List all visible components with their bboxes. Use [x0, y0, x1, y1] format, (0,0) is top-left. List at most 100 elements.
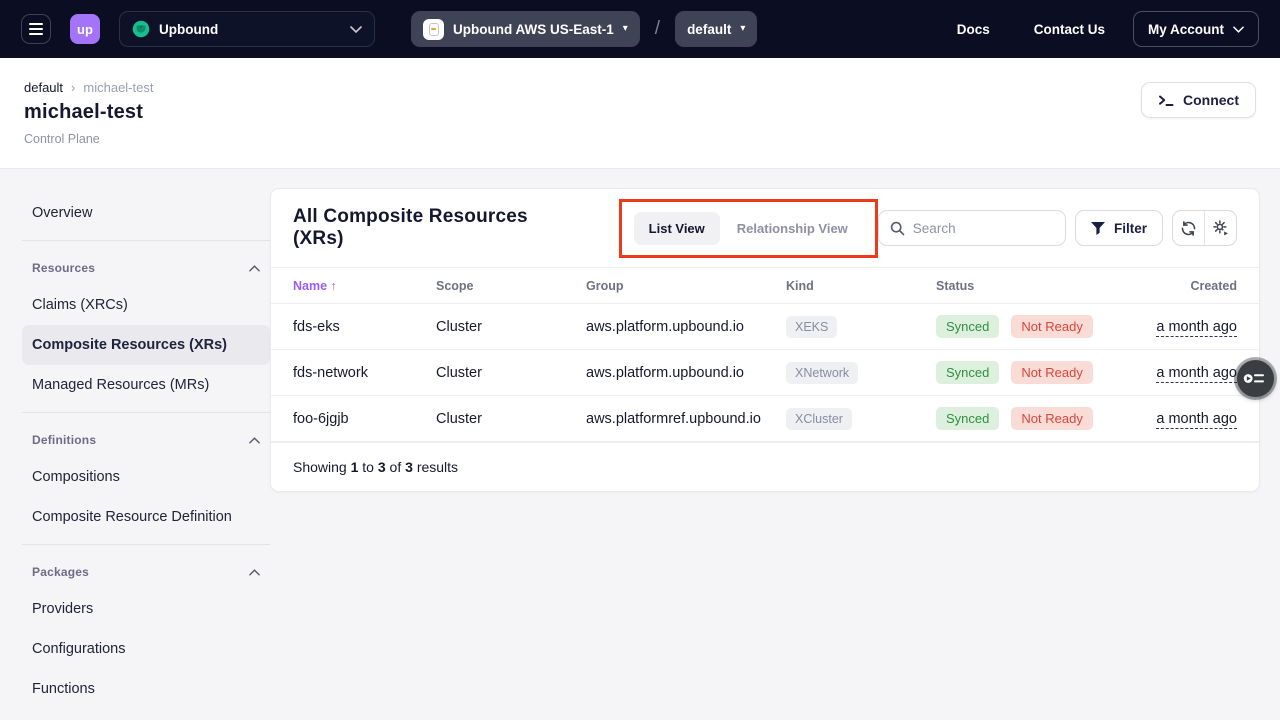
cell-group: aws.platform.upbound.io — [586, 319, 786, 335]
cell-scope: Cluster — [436, 365, 586, 381]
column-header-status[interactable]: Status — [936, 279, 1141, 293]
connect-button[interactable]: Connect — [1141, 82, 1256, 118]
results-summary: Showing 1 to 3 of 3 results — [271, 442, 1259, 491]
sidebar-item-providers[interactable]: Providers — [22, 589, 270, 629]
chevron-up-icon — [249, 265, 260, 272]
divider — [22, 240, 270, 241]
table-actions — [1172, 210, 1237, 246]
kind-badge: XNetwork — [786, 362, 858, 384]
column-header-group[interactable]: Group — [586, 279, 786, 293]
sidebar-item-functions[interactable]: Functions — [22, 669, 270, 709]
breadcrumb-current: michael-test — [83, 80, 153, 95]
sidebar-item-managed-resources[interactable]: Managed Resources (MRs) — [22, 365, 270, 405]
caret-down-icon: ▾ — [623, 24, 628, 34]
sidebar-section-definitions[interactable]: Definitions — [22, 420, 270, 457]
chevron-right-icon: › — [71, 80, 75, 95]
refresh-icon — [1180, 220, 1197, 237]
sidebar: Overview Resources Claims (XRCs) Composi… — [0, 169, 270, 709]
group-selector-label: default — [687, 22, 731, 37]
breadcrumb-parent[interactable]: default — [24, 80, 63, 95]
group-selector-dropdown[interactable]: default ▾ — [675, 11, 757, 47]
page-subtitle: Control Plane — [24, 132, 1256, 146]
created-time[interactable]: a month ago — [1156, 411, 1237, 429]
space-icon — [423, 19, 444, 40]
refresh-button[interactable] — [1173, 211, 1204, 245]
sidebar-item-composite-resources[interactable]: Composite Resources (XRs) — [22, 325, 270, 365]
card-title: All Composite Resources (XRs) — [293, 206, 571, 250]
divider — [22, 544, 270, 545]
view-toggle-highlight-annotation: List View Relationship View — [619, 199, 878, 258]
feedback-icon — [1243, 371, 1264, 386]
column-header-scope[interactable]: Scope — [436, 279, 586, 293]
navbar-right: Docs Contact Us My Account — [913, 11, 1259, 47]
section-title: Packages — [32, 565, 89, 579]
results-from: 1 — [351, 459, 359, 475]
cell-scope: Cluster — [436, 411, 586, 427]
sidebar-item-configurations[interactable]: Configurations — [22, 629, 270, 669]
sidebar-item-compositions[interactable]: Compositions — [22, 457, 270, 497]
sidebar-section-packages[interactable]: Packages — [22, 552, 270, 589]
list-view-tab[interactable]: List View — [634, 212, 720, 245]
cell-scope: Cluster — [436, 319, 586, 335]
kind-badge: XCluster — [786, 408, 852, 430]
search-input[interactable] — [913, 221, 1053, 236]
sidebar-item-claims[interactable]: Claims (XRCs) — [22, 285, 270, 325]
chevron-up-icon — [249, 437, 260, 444]
card-header: All Composite Resources (XRs) List View … — [271, 189, 1259, 267]
column-header-kind[interactable]: Kind — [786, 279, 936, 293]
search-box — [878, 210, 1066, 246]
table-row[interactable]: fds-eks Cluster aws.platform.upbound.io … — [271, 304, 1259, 350]
caret-down-icon: ▾ — [740, 24, 745, 34]
cell-name[interactable]: fds-eks — [293, 319, 436, 335]
space-selector-dropdown[interactable]: Upbound AWS US-East-1 ▾ — [411, 11, 640, 47]
created-time[interactable]: a month ago — [1156, 319, 1237, 337]
not-ready-badge: Not Ready — [1011, 361, 1092, 384]
auto-refresh-settings-button[interactable] — [1204, 211, 1236, 245]
synced-badge: Synced — [936, 361, 999, 384]
synced-badge: Synced — [936, 315, 999, 338]
my-account-label: My Account — [1148, 22, 1224, 37]
divider — [22, 412, 270, 413]
search-icon — [890, 221, 905, 236]
sidebar-item-overview[interactable]: Overview — [22, 193, 270, 233]
table-header-row: Name ↑ Scope Group Kind Status Created — [271, 267, 1259, 304]
sidebar-section-resources[interactable]: Resources — [22, 248, 270, 285]
connect-label: Connect — [1183, 92, 1239, 108]
filter-funnel-icon — [1091, 222, 1105, 235]
contact-us-link[interactable]: Contact Us — [1034, 22, 1105, 37]
table-row[interactable]: fds-network Cluster aws.platform.upbound… — [271, 350, 1259, 396]
results-total: 3 — [405, 459, 413, 475]
results-to: 3 — [378, 459, 386, 475]
sidebar-item-xrd[interactable]: Composite Resource Definition — [22, 497, 270, 537]
relationship-view-tab[interactable]: Relationship View — [722, 212, 863, 245]
filter-label: Filter — [1114, 221, 1147, 236]
cell-name[interactable]: foo-6jgjb — [293, 411, 436, 427]
chevron-down-icon — [350, 26, 362, 33]
table-row[interactable]: foo-6jgjb Cluster aws.platformref.upboun… — [271, 396, 1259, 442]
hamburger-menu-icon[interactable] — [21, 14, 51, 44]
cell-group: aws.platformref.upbound.io — [586, 411, 786, 427]
org-selector-dropdown[interactable]: Upbound — [119, 11, 375, 47]
space-selector-label: Upbound AWS US-East-1 — [453, 22, 614, 37]
chevron-down-icon — [1233, 26, 1244, 33]
org-selector-label: Upbound — [159, 22, 341, 37]
main-content: All Composite Resources (XRs) List View … — [270, 169, 1280, 492]
xr-list-card: All Composite Resources (XRs) List View … — [270, 188, 1260, 492]
my-account-dropdown[interactable]: My Account — [1133, 11, 1259, 47]
sort-asc-icon: ↑ — [331, 279, 337, 293]
upbound-logo[interactable]: up — [70, 14, 100, 44]
docs-link[interactable]: Docs — [957, 22, 990, 37]
cell-name[interactable]: fds-network — [293, 365, 436, 381]
kind-badge: XEKS — [786, 316, 837, 338]
org-avatar-icon — [132, 20, 150, 38]
cell-group: aws.platform.upbound.io — [586, 365, 786, 381]
chevron-up-icon — [249, 569, 260, 576]
terminal-icon — [1158, 94, 1174, 107]
gear-play-icon — [1212, 219, 1230, 237]
page-header: default › michael-test michael-test Cont… — [0, 58, 1280, 169]
created-time[interactable]: a month ago — [1156, 365, 1237, 383]
column-header-created[interactable]: Created — [1141, 279, 1237, 293]
feedback-widget-button[interactable] — [1237, 360, 1274, 397]
filter-button[interactable]: Filter — [1075, 210, 1163, 246]
column-header-name[interactable]: Name ↑ — [293, 279, 436, 293]
